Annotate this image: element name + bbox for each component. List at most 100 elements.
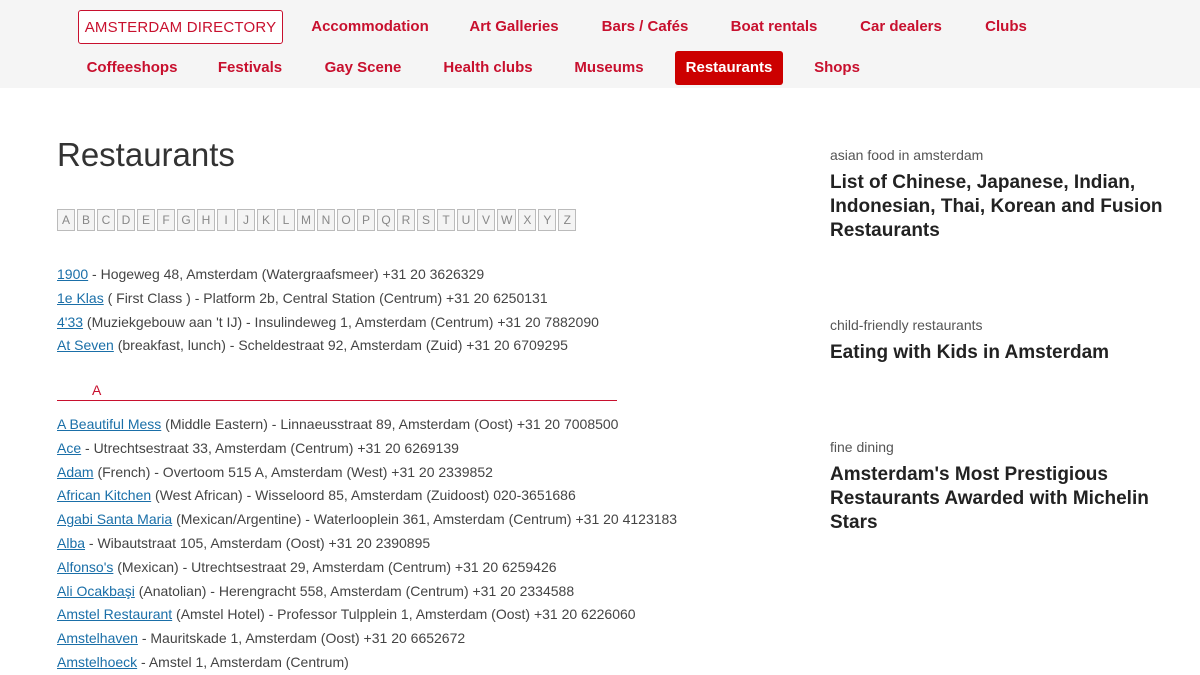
nav-item-museums[interactable]: Museums bbox=[565, 51, 653, 85]
restaurant-link[interactable]: Amstel Restaurant bbox=[57, 606, 172, 622]
alphabet-letter-r[interactable]: R bbox=[397, 209, 415, 231]
alphabet-letter-y[interactable]: Y bbox=[538, 209, 557, 231]
nav-item-clubs[interactable]: Clubs bbox=[974, 10, 1038, 44]
restaurant-link[interactable]: 1e Klas bbox=[57, 290, 104, 306]
page-title: Restaurants bbox=[57, 136, 235, 173]
alphabet-letter-n[interactable]: N bbox=[317, 209, 335, 231]
sidebar-card-child-friendly[interactable]: child-friendly restaurants Eating with K… bbox=[830, 317, 1170, 365]
restaurant-entry: Alba - Wibautstraat 105, Amsterdam (Oost… bbox=[57, 532, 797, 556]
alphabet-letter-z[interactable]: Z bbox=[558, 209, 577, 231]
restaurant-details: (Muziekgebouw aan 't IJ) - Insulindeweg … bbox=[83, 313, 599, 330]
top-navigation: AMSTERDAM DIRECTORY Accommodation Art Ga… bbox=[0, 0, 1200, 88]
nav-item-boat-rentals[interactable]: Boat rentals bbox=[720, 10, 828, 44]
nav-item-bars-cafes[interactable]: Bars / Cafés bbox=[592, 10, 698, 44]
numeric-restaurant-list: 1900 - Hogeweg 48, Amsterdam (Watergraaf… bbox=[57, 263, 797, 358]
alphabet-letter-f[interactable]: F bbox=[157, 209, 175, 231]
restaurant-link[interactable]: Adam bbox=[57, 464, 94, 480]
restaurant-link[interactable]: Ali Ocakbaşi bbox=[57, 583, 135, 599]
restaurant-entry: Ali Ocakbaşi (Anatolian) - Herengracht 5… bbox=[57, 580, 797, 604]
restaurant-details: - Utrechtsestraat 33, Amsterdam (Centrum… bbox=[81, 439, 459, 456]
sidebar-article-title[interactable]: Eating with Kids in Amsterdam bbox=[830, 341, 1170, 365]
restaurant-link[interactable]: African Kitchen bbox=[57, 487, 151, 503]
restaurant-link[interactable]: Amstelhoeck bbox=[57, 654, 137, 670]
restaurant-details: (Anatolian) - Herengracht 558, Amsterdam… bbox=[134, 582, 575, 599]
restaurant-link[interactable]: Agabi Santa Maria bbox=[57, 511, 172, 527]
restaurant-entry: African Kitchen (West African) - Wisselo… bbox=[57, 484, 797, 508]
restaurant-details: - Wibautstraat 105, Amsterdam (Oost) +31… bbox=[85, 534, 431, 551]
alphabet-letter-p[interactable]: P bbox=[357, 209, 375, 231]
sidebar-article-title[interactable]: List of Chinese, Japanese, Indian, Indon… bbox=[830, 171, 1170, 243]
alphabet-letter-a[interactable]: A bbox=[57, 209, 75, 231]
alphabet-letter-m[interactable]: M bbox=[297, 209, 315, 231]
nav-item-restaurants[interactable]: Restaurants bbox=[675, 51, 783, 85]
restaurant-details: ( First Class ) - Platform 2b, Central S… bbox=[103, 289, 548, 306]
alphabet-letter-v[interactable]: V bbox=[477, 209, 495, 231]
restaurant-entry: Amstel Restaurant (Amstel Hotel) - Profe… bbox=[57, 603, 797, 627]
alphabet-letter-h[interactable]: H bbox=[197, 209, 215, 231]
restaurant-details: - Mauritskade 1, Amsterdam (Oost) +31 20… bbox=[137, 630, 466, 647]
alphabet-letter-x[interactable]: X bbox=[518, 209, 537, 231]
restaurant-details: (Middle Eastern) - Linnaeusstraat 89, Am… bbox=[161, 416, 619, 432]
restaurant-entry: Ace - Utrechtsestraat 33, Amsterdam (Cen… bbox=[57, 437, 797, 461]
sidebar-category: fine dining bbox=[830, 439, 894, 455]
nav-item-art-galleries[interactable]: Art Galleries bbox=[458, 10, 570, 44]
restaurant-link[interactable]: Alba bbox=[57, 535, 85, 551]
alphabet-letter-u[interactable]: U bbox=[457, 209, 475, 231]
alphabet-letter-g[interactable]: G bbox=[177, 209, 195, 231]
restaurant-details: (Amstel Hotel) - Professor Tulpplein 1, … bbox=[172, 606, 636, 623]
restaurant-link[interactable]: At Seven bbox=[57, 337, 114, 353]
restaurant-entry: 4'33 (Muziekgebouw aan 't IJ) - Insulind… bbox=[57, 311, 797, 335]
alphabet-letter-k[interactable]: K bbox=[257, 209, 275, 231]
nav-row-2: Coffeeshops Festivals Gay Scene Health c… bbox=[0, 51, 1200, 85]
section-divider-a: A bbox=[57, 380, 617, 401]
alphabet-letter-t[interactable]: T bbox=[437, 209, 455, 231]
sidebar-category: asian food in amsterdam bbox=[830, 147, 984, 163]
alphabet-letter-l[interactable]: L bbox=[277, 209, 295, 231]
restaurant-entry: Amstelhoeck - Amstel 1, Amsterdam (Centr… bbox=[57, 651, 797, 675]
alphabet-letter-s[interactable]: S bbox=[417, 209, 435, 231]
sidebar-article-title[interactable]: Amsterdam's Most Prestigious Restaurants… bbox=[830, 463, 1170, 535]
nav-row-1: AMSTERDAM DIRECTORY Accommodation Art Ga… bbox=[0, 10, 1200, 44]
alphabet-letter-o[interactable]: O bbox=[337, 209, 355, 231]
restaurant-link[interactable]: Ace bbox=[57, 440, 81, 456]
restaurant-details: (Mexican/Argentine) - Waterlooplein 361,… bbox=[172, 511, 678, 528]
sidebar-category: child-friendly restaurants bbox=[830, 317, 983, 333]
alphabet-letter-c[interactable]: C bbox=[97, 209, 115, 231]
a-restaurant-list: A Beautiful Mess (Middle Eastern) - Linn… bbox=[57, 413, 797, 675]
restaurant-details: (breakfast, lunch) - Scheldestraat 92, A… bbox=[113, 337, 568, 354]
restaurant-entry: Adam (French) - Overtoom 515 A, Amsterda… bbox=[57, 461, 797, 485]
nav-item-coffeeshops[interactable]: Coffeeshops bbox=[79, 51, 185, 85]
nav-item-health-clubs[interactable]: Health clubs bbox=[433, 51, 543, 85]
sidebar-card-asian-food[interactable]: asian food in amsterdam List of Chinese,… bbox=[830, 147, 1170, 243]
restaurant-entry: 1e Klas ( First Class ) - Platform 2b, C… bbox=[57, 287, 797, 311]
restaurant-entry: Alfonso's (Mexican) - Utrechtsestraat 29… bbox=[57, 556, 797, 580]
section-letter: A bbox=[91, 380, 103, 400]
restaurant-entry: At Seven (breakfast, lunch) - Scheldestr… bbox=[57, 334, 797, 358]
restaurant-link[interactable]: Amstelhaven bbox=[57, 630, 138, 646]
nav-brand-amsterdam-directory[interactable]: AMSTERDAM DIRECTORY bbox=[78, 10, 283, 44]
restaurant-entry: A Beautiful Mess (Middle Eastern) - Linn… bbox=[57, 413, 797, 437]
alphabet-letter-d[interactable]: D bbox=[117, 209, 135, 231]
restaurant-entry: Amstelhaven - Mauritskade 1, Amsterdam (… bbox=[57, 627, 797, 651]
sidebar-card-fine-dining[interactable]: fine dining Amsterdam's Most Prestigious… bbox=[830, 439, 1170, 535]
alphabet-letter-b[interactable]: B bbox=[77, 209, 95, 231]
alphabet-letter-w[interactable]: W bbox=[497, 209, 517, 231]
restaurant-link[interactable]: Alfonso's bbox=[57, 559, 113, 575]
restaurant-details: (West African) - Wisseloord 85, Amsterda… bbox=[151, 487, 576, 504]
nav-item-car-dealers[interactable]: Car dealers bbox=[850, 10, 952, 44]
nav-item-shops[interactable]: Shops bbox=[805, 51, 869, 85]
alphabet-letter-j[interactable]: J bbox=[237, 209, 255, 231]
restaurant-link[interactable]: A Beautiful Mess bbox=[57, 416, 161, 432]
restaurant-details: (French) - Overtoom 515 A, Amsterdam (We… bbox=[93, 463, 493, 480]
nav-item-accommodation[interactable]: Accommodation bbox=[306, 10, 434, 44]
restaurant-link[interactable]: 4'33 bbox=[57, 314, 83, 330]
alphabet-letter-i[interactable]: I bbox=[217, 209, 235, 231]
nav-item-festivals[interactable]: Festivals bbox=[208, 51, 292, 85]
alphabet-letter-e[interactable]: E bbox=[137, 209, 155, 231]
restaurant-link[interactable]: 1900 bbox=[57, 266, 88, 282]
restaurant-entry: Agabi Santa Maria (Mexican/Argentine) - … bbox=[57, 508, 797, 532]
nav-item-gay-scene[interactable]: Gay Scene bbox=[315, 51, 411, 85]
restaurant-details: (Mexican) - Utrechtsestraat 29, Amsterda… bbox=[113, 558, 557, 575]
alphabet-letter-q[interactable]: Q bbox=[377, 209, 395, 231]
alphabet-index: ABCDEFGHIJKLMNOPQRSTUVWXYZ bbox=[57, 209, 577, 231]
